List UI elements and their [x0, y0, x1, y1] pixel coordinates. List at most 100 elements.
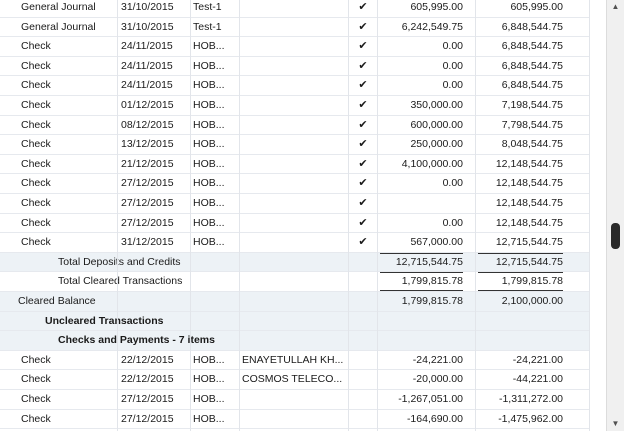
cell-name: [242, 0, 346, 17]
table-row[interactable]: Check 27/12/2015 HOB... ✔ 0.00 12,148,54…: [0, 174, 590, 194]
cell-date: 24/11/2015: [121, 79, 173, 92]
column-divider: [589, 0, 590, 431]
cell-name: [242, 214, 346, 233]
cell-name: [242, 96, 346, 115]
table-row[interactable]: Check 31/12/2015 HOB... ✔ 567,000.00 12,…: [0, 233, 590, 253]
cell-balance: 7,198,544.75: [501, 99, 563, 111]
cell-type: Check: [21, 373, 51, 386]
cell-date: 21/12/2015: [121, 157, 174, 170]
cell-name: [242, 194, 346, 213]
cell-date: 31/12/2015: [121, 236, 174, 249]
table-row[interactable]: Check 24/11/2015 HOB... ✔ 0.00 6,848,544…: [0, 37, 590, 57]
cell-type: Check: [21, 393, 51, 405]
column-divider: [348, 0, 349, 431]
cell-type: Check: [21, 59, 51, 72]
cell-name: [242, 37, 346, 56]
cell-name: [242, 174, 346, 193]
cell-type: Check: [21, 138, 51, 151]
scrollbar-thumb[interactable]: [611, 223, 620, 249]
cell-type: Check: [21, 197, 51, 209]
cell-num: Test-1: [193, 1, 222, 13]
check-icon: ✔: [358, 197, 368, 209]
cell-type: Check: [21, 412, 51, 425]
cell-type: Check: [21, 79, 51, 92]
cell-balance: 8,048,544.75: [501, 138, 563, 151]
table-row[interactable]: General Journal 31/10/2015 Test-1 ✔ 6,24…: [0, 18, 590, 38]
cell-balance: 605,995.00: [510, 1, 563, 13]
table-row[interactable]: Check 08/12/2015 HOB... ✔ 600,000.00 7,7…: [0, 116, 590, 136]
total-cleared-balance: 1,799,815.78: [478, 272, 563, 292]
cell-name: COSMOS TELECO...: [242, 373, 343, 386]
total-deposits-label: Total Deposits and Credits: [58, 255, 181, 268]
table-row[interactable]: Check 21/12/2015 HOB... ✔ 4,100,000.00 1…: [0, 155, 590, 175]
cleared-balance-amount: 1,799,815.78: [401, 295, 463, 307]
cell-balance: 12,148,544.75: [495, 197, 563, 209]
cell-name: [242, 76, 346, 95]
total-cleared-row[interactable]: Total Cleared Transactions 1,799,815.78 …: [0, 272, 590, 292]
cell-date: 01/12/2015: [121, 99, 174, 111]
cleared-balance-row[interactable]: Cleared Balance 1,799,815.78 2,100,000.0…: [0, 292, 590, 312]
check-icon: ✔: [358, 177, 368, 190]
cell-date: 24/11/2015: [121, 59, 173, 72]
cell-balance: -1,475,962.00: [498, 412, 563, 425]
table-row[interactable]: Check 22/12/2015 HOB... ENAYETULLAH KH..…: [0, 351, 590, 371]
cell-amount: -164,690.00: [406, 412, 463, 425]
table-row[interactable]: Check 24/11/2015 HOB... ✔ 0.00 6,848,544…: [0, 57, 590, 77]
vertical-scrollbar[interactable]: ▲ ▼: [606, 0, 624, 431]
cell-clr: [350, 410, 376, 429]
table-row[interactable]: Check 13/12/2015 HOB... ✔ 250,000.00 8,0…: [0, 135, 590, 155]
table-row[interactable]: Check 27/12/2015 HOB... ✔ 0.00 12,148,54…: [0, 214, 590, 234]
cell-amount: 350,000.00: [410, 99, 463, 111]
cell-num: HOB...: [193, 236, 225, 249]
total-deposits-row[interactable]: Total Deposits and Credits 12,715,544.75…: [0, 252, 590, 273]
cell-date: 31/10/2015: [121, 1, 174, 13]
cell-num: HOB...: [193, 373, 225, 386]
scroll-up-icon[interactable]: ▲: [607, 0, 624, 14]
cell-num: HOB...: [193, 138, 225, 151]
table-row[interactable]: Check 27/12/2015 HOB... ✔ 12,148,544.75: [0, 194, 590, 214]
check-icon: ✔: [358, 99, 368, 111]
table-row[interactable]: Check 24/11/2015 HOB... ✔ 0.00 6,848,544…: [0, 76, 590, 96]
report-viewport: General Journal 31/10/2015 Test-1 ✔ 605,…: [0, 0, 606, 431]
cell-name: [242, 135, 346, 154]
table-row[interactable]: General Journal 31/10/2015 Test-1 ✔ 605,…: [0, 0, 590, 18]
cell-amount: [380, 194, 463, 213]
cell-num: HOB...: [193, 99, 225, 111]
cell-amount: -24,221.00: [412, 353, 463, 366]
column-divider: [377, 0, 378, 431]
cell-date: 27/12/2015: [121, 197, 174, 209]
cell-date: 27/12/2015: [121, 412, 174, 425]
table-row[interactable]: Check 01/12/2015 HOB... ✔ 350,000.00 7,1…: [0, 96, 590, 116]
cell-type: Check: [21, 236, 51, 249]
cell-date: 13/12/2015: [121, 138, 174, 151]
cell-balance: -1,311,272.00: [498, 393, 563, 405]
uncleared-heading: Uncleared Transactions: [45, 314, 164, 327]
check-icon: ✔: [358, 59, 368, 72]
table-row[interactable]: Check 27/12/2015 HOB... -164,690.00 -1,4…: [0, 410, 590, 430]
table-row[interactable]: Check 22/12/2015 HOB... COSMOS TELECO...…: [0, 370, 590, 390]
cell-balance: -24,221.00: [512, 353, 563, 366]
cell-date: 27/12/2015: [121, 177, 174, 190]
cleared-balance-balance: 2,100,000.00: [501, 295, 563, 307]
cell-amount: -20,000.00: [412, 373, 463, 386]
check-icon: ✔: [358, 1, 368, 13]
cell-type: Check: [21, 40, 51, 53]
cell-num: Test-1: [193, 20, 222, 33]
cell-type: Check: [21, 216, 51, 229]
cell-date: 22/12/2015: [121, 373, 174, 386]
cell-name: [242, 18, 346, 37]
cell-num: HOB...: [193, 59, 225, 72]
table-row[interactable]: Check 27/12/2015 HOB... -1,267,051.00 -1…: [0, 390, 590, 410]
cell-name: ENAYETULLAH KH...: [242, 353, 344, 366]
cell-num: HOB...: [193, 412, 225, 425]
cell-name: [242, 57, 346, 76]
cell-num: HOB...: [193, 118, 225, 131]
cell-name: [242, 390, 346, 409]
cell-amount: 605,995.00: [410, 1, 463, 13]
scroll-down-icon[interactable]: ▼: [607, 417, 624, 431]
cell-num: HOB...: [193, 177, 225, 190]
cell-date: 24/11/2015: [121, 40, 173, 53]
total-cleared-amount: 1,799,815.78: [380, 272, 463, 292]
column-divider: [190, 0, 191, 431]
cell-date: 22/12/2015: [121, 353, 174, 366]
